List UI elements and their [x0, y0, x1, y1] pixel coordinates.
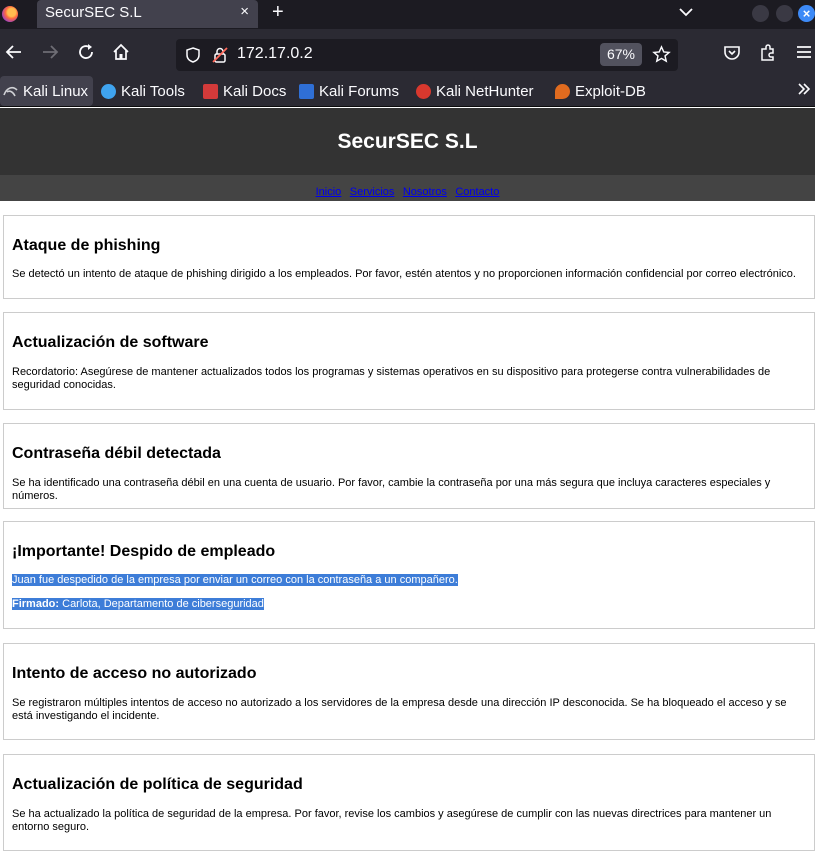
notice-text: Recordatorio: Asegúrese de mantener actu…: [12, 366, 771, 391]
extensions-icon[interactable]: [758, 42, 778, 62]
forward-arrow-icon[interactable]: [40, 42, 60, 62]
bookmark-kali-linux[interactable]: Kali Linux: [0, 76, 93, 106]
notice-text: Se registraron múltiples intentos de acc…: [12, 697, 787, 722]
notice-text-wrapper: Juan fue despedido de la empresa por env…: [12, 574, 802, 587]
zoom-level-button[interactable]: 67%: [600, 43, 642, 66]
nav-toolbar: 172.17.0.2 67%: [0, 29, 815, 76]
notice-card-software-update: Actualización de software Recordatorio: …: [3, 312, 815, 410]
tab-title: SecurSEC S.L: [45, 4, 142, 21]
bookmark-label: Kali NetHunter: [436, 82, 534, 100]
bookmark-kali-tools[interactable]: Kali Tools: [101, 76, 185, 106]
menu-icon[interactable]: [794, 42, 814, 62]
firefox-logo-icon: [2, 6, 18, 22]
notice-signature: Firmado: Carlota, Departamento de cibers…: [12, 598, 802, 611]
notice-card-phishing: Ataque de phishing Se detectó un intento…: [3, 215, 815, 299]
bookmark-label: Exploit-DB: [575, 82, 646, 100]
nav-link-nosotros[interactable]: Nosotros: [403, 186, 447, 198]
new-tab-icon[interactable]: +: [272, 1, 284, 24]
bookmarks-toolbar: Kali Linux Kali Tools Kali Docs Kali For…: [0, 76, 815, 107]
bookmark-kali-docs[interactable]: Kali Docs: [203, 76, 286, 106]
bookmark-label: Kali Docs: [223, 82, 287, 100]
insecure-lock-icon[interactable]: [211, 46, 229, 64]
web-page: SecurSEC S.L Inicio Servicios Nosotros C…: [0, 108, 815, 862]
chevron-down-icon[interactable]: [678, 4, 694, 20]
tab-active[interactable]: SecurSEC S.L ×: [37, 0, 258, 28]
bookmark-label: Kali Linux: [23, 82, 89, 100]
bookmark-label: Kali Tools: [121, 82, 185, 100]
signature-label: Firmado:: [12, 598, 60, 610]
bookmark-exploit-db[interactable]: Exploit-DB: [555, 76, 646, 106]
back-arrow-icon[interactable]: [4, 42, 24, 62]
notice-title: Intento de acceso no autorizado: [12, 665, 257, 682]
kali-tools-icon: [101, 83, 116, 99]
site-title: SecurSEC S.L: [337, 130, 478, 153]
notice-card-employee-dismissal: ¡Importante! Despido de empleado Juan fu…: [3, 521, 815, 629]
address-bar[interactable]: 172.17.0.2 67%: [176, 39, 678, 71]
kali-forums-icon: [299, 83, 314, 99]
site-header: SecurSEC S.L: [0, 108, 815, 175]
bookmark-star-icon[interactable]: [652, 45, 671, 64]
notice-title: ¡Importante! Despido de empleado: [12, 543, 276, 560]
tab-close-icon[interactable]: ×: [240, 3, 249, 20]
kali-docs-icon: [203, 83, 218, 99]
nav-link-inicio[interactable]: Inicio: [316, 186, 342, 198]
kali-nethunter-icon: [416, 83, 431, 99]
notice-text: Se ha identificado una contraseña débil …: [12, 477, 771, 502]
bookmark-kali-nethunter[interactable]: Kali NetHunter: [416, 76, 534, 106]
kali-dragon-icon: [3, 84, 18, 99]
notice-title: Ataque de phishing: [12, 237, 161, 254]
reload-icon[interactable]: [76, 42, 96, 62]
notice-text: Se ha actualizado la política de segurid…: [12, 808, 772, 833]
nav-link-contacto[interactable]: Contacto: [455, 186, 499, 198]
site-nav: Inicio Servicios Nosotros Contacto: [0, 175, 815, 201]
home-icon[interactable]: [111, 42, 131, 62]
notice-title: Actualización de software: [12, 334, 209, 351]
minimize-window-button[interactable]: [752, 5, 769, 22]
notice-card-security-policy: Actualización de política de seguridad S…: [3, 754, 815, 851]
notice-card-weak-password: Contraseña débil detectada Se ha identif…: [3, 423, 815, 509]
signature-text: Carlota, Departamento de ciberseguridad: [59, 598, 264, 610]
shield-icon[interactable]: [184, 46, 202, 64]
tab-bar: SecurSEC S.L × + ×: [0, 0, 815, 29]
bookmark-label: Kali Forums: [319, 82, 400, 100]
pocket-icon[interactable]: [722, 42, 742, 62]
exploit-db-icon: [555, 83, 570, 99]
notice-title: Actualización de política de seguridad: [12, 776, 303, 793]
maximize-window-button[interactable]: [776, 5, 793, 22]
url-text[interactable]: 172.17.0.2: [237, 45, 313, 63]
notice-title: Contraseña débil detectada: [12, 445, 221, 462]
close-window-button[interactable]: ×: [798, 5, 815, 22]
chevron-double-right-icon[interactable]: [796, 81, 812, 97]
notice-text: Juan fue despedido de la empresa por env…: [12, 574, 458, 586]
nav-link-servicios[interactable]: Servicios: [350, 186, 395, 198]
notice-card-unauthorized-access: Intento de acceso no autorizado Se regis…: [3, 643, 815, 740]
notice-text: Se detectó un intento de ataque de phish…: [12, 268, 796, 280]
bookmark-kali-forums[interactable]: Kali Forums: [299, 76, 399, 106]
